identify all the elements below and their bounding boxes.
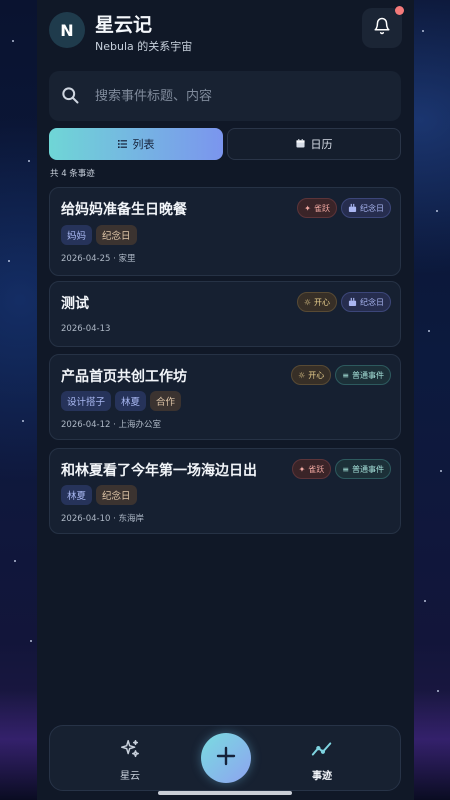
tag-chip[interactable]: 纪念日 [96, 225, 137, 245]
nav-item-events[interactable]: 事迹 [282, 738, 362, 782]
type-badge: ≡ 普通事件 [335, 365, 391, 385]
tag-chip[interactable]: 设计搭子 [61, 391, 112, 411]
event-title: 测试 [61, 296, 89, 312]
event-title: 和林夏看了今年第一场海边日出 [61, 463, 257, 479]
list-view-tab[interactable]: 列表 [49, 128, 223, 160]
plus-icon [216, 746, 236, 770]
bottom-nav: 星云 事迹 [49, 725, 401, 791]
tag-chip[interactable]: 纪念日 [96, 485, 137, 505]
event-title: 产品首页共创工作坊 [61, 369, 187, 385]
event-count: 共 4 条事迹 [50, 169, 95, 179]
search-bar [49, 71, 401, 121]
app-container: N 星云记 Nebula 的关系宇宙 搜索事件标题、内容 列表 日历 共 4 条… [37, 0, 414, 800]
header: N 星云记 Nebula 的关系宇宙 [49, 6, 404, 54]
list-icon [117, 138, 127, 151]
event-title: 给妈妈准备生日晚餐 [61, 202, 187, 218]
nav-label-nebula: 星云 [120, 771, 140, 782]
home-indicator [158, 791, 292, 795]
avatar[interactable]: N [49, 12, 85, 48]
sparkle-icon: ✦ [304, 203, 311, 213]
nav-label-events: 事迹 [312, 771, 332, 782]
app-subtitle: Nebula 的关系宇宙 [95, 40, 193, 53]
bell-icon [373, 17, 391, 39]
gift-icon [348, 203, 357, 214]
sparkle-icon: ✦ [298, 464, 306, 474]
event-meta: 2026-04-25 · 家里 [61, 254, 136, 264]
list-view-label: 列表 [132, 138, 155, 151]
calendar-view-label: 日历 [310, 138, 333, 151]
event-meta: 2026-04-12 · 上海办公室 [61, 420, 162, 430]
lines-icon: ≡ [342, 464, 349, 474]
event-meta: 2026-04-10 · 东海岸 [61, 514, 145, 524]
mood-badge: ☼ 开心 [291, 365, 332, 385]
nav-item-nebula[interactable]: 星云 [90, 738, 170, 782]
event-card[interactable]: 测试 ☼ 开心 纪念日 2026-04-13 [49, 281, 401, 347]
tag-chip[interactable]: 合作 [150, 391, 182, 411]
trend-icon [311, 742, 333, 763]
tag-chip[interactable]: 妈妈 [61, 225, 93, 245]
sparkles-icon [119, 740, 141, 763]
lines-icon: ≡ [342, 370, 349, 380]
tag-chip[interactable]: 林夏 [115, 391, 147, 411]
gift-icon [348, 297, 357, 308]
type-badge: 纪念日 [341, 292, 391, 312]
type-badge: ≡ 普通事件 [335, 459, 391, 479]
view-toggle: 列表 日历 [49, 128, 401, 160]
mood-badge: ☼ 开心 [296, 292, 337, 312]
event-meta: 2026-04-13 [61, 324, 111, 334]
event-card[interactable]: 产品首页共创工作坊 ☼ 开心 ≡ 普通事件 设计搭子 林夏 合作 2026-04… [49, 354, 401, 440]
tag-chip[interactable]: 林夏 [61, 485, 93, 505]
type-badge: 纪念日 [341, 198, 391, 218]
app-title: 星云记 [95, 14, 153, 36]
sun-icon: ☼ [298, 370, 306, 380]
event-card[interactable]: 给妈妈准备生日晚餐 ✦ 雀跃 纪念日 妈妈 纪念日 2026-04-25 · 家… [49, 187, 401, 276]
notifications-button[interactable] [362, 6, 404, 48]
notification-dot [395, 6, 404, 15]
calendar-view-tab[interactable]: 日历 [227, 128, 401, 160]
search-icon [60, 85, 80, 109]
search-input[interactable] [95, 71, 385, 121]
add-event-button[interactable] [201, 733, 251, 783]
sun-icon: ☼ [303, 297, 311, 307]
calendar-icon [295, 138, 305, 151]
mood-badge: ✦ 雀跃 [297, 198, 337, 218]
mood-badge: ✦ 雀跃 [291, 459, 332, 479]
event-card[interactable]: 和林夏看了今年第一场海边日出 ✦ 雀跃 ≡ 普通事件 林夏 纪念日 2026-0… [49, 448, 401, 534]
